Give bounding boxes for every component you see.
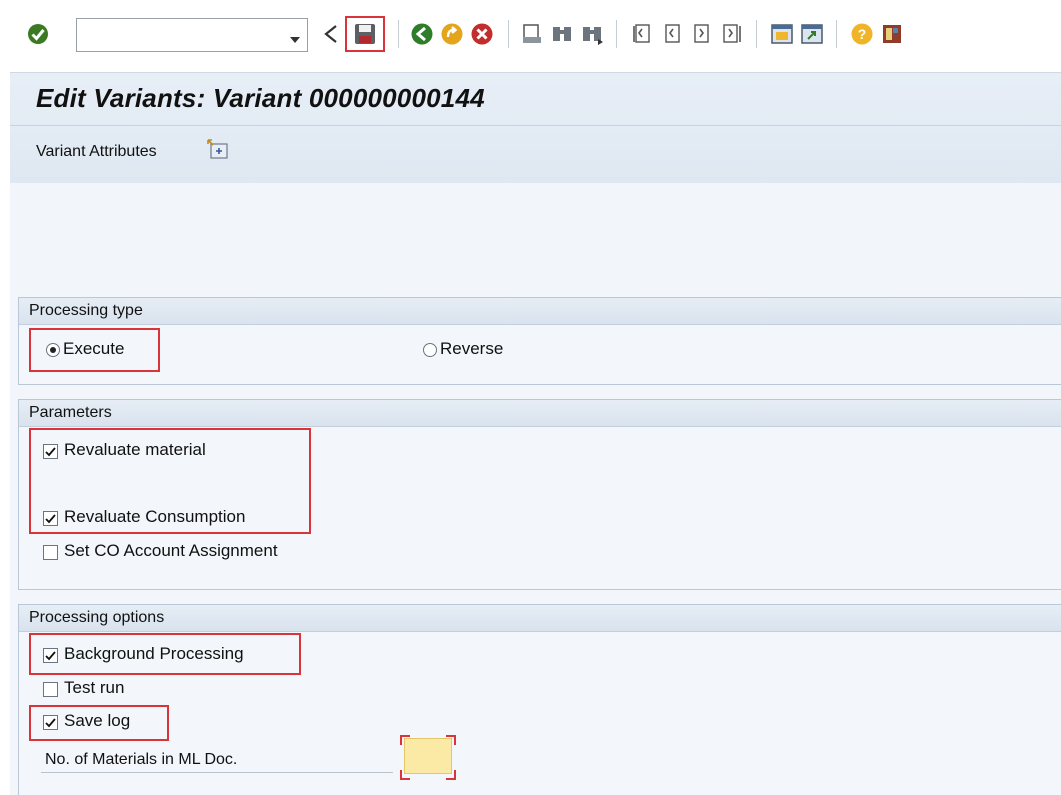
radio-selected-dot	[50, 347, 56, 353]
test-run-checkbox[interactable]	[43, 682, 58, 697]
variant-attributes-label: Variant Attributes	[36, 143, 157, 160]
svg-text:?: ?	[858, 26, 867, 42]
revaluate-consumption-checkbox[interactable]	[43, 511, 58, 526]
toolbar-separator	[508, 20, 509, 48]
focus-corner	[446, 770, 456, 780]
revaluate-material-checkbox[interactable]	[43, 444, 58, 459]
divider	[10, 125, 1061, 126]
save-icon[interactable]	[353, 22, 377, 46]
cancel-icon[interactable]	[470, 22, 494, 46]
group-title: Processing options	[29, 609, 165, 626]
test-run-label[interactable]: Test run	[64, 678, 124, 698]
focus-corner	[446, 735, 456, 745]
command-field[interactable]	[76, 18, 308, 52]
toolbar-separator	[398, 20, 399, 48]
customize-layout-icon[interactable]	[880, 22, 904, 46]
back-arrow-icon[interactable]	[320, 22, 344, 46]
toolbar-separator	[836, 20, 837, 48]
background-processing-label[interactable]: Background Processing	[64, 644, 244, 664]
background-processing-checkbox[interactable]	[43, 648, 58, 663]
revaluate-consumption-label[interactable]: Revaluate Consumption	[64, 507, 245, 527]
processing-type-group: Processing type Execute Reverse	[18, 297, 1061, 385]
materials-in-ml-doc-label: No. of Materials in ML Doc.	[45, 751, 238, 768]
execute-label[interactable]: Execute	[63, 339, 124, 359]
execute-radio[interactable]	[46, 343, 60, 357]
help-icon[interactable]: ?	[850, 22, 874, 46]
reverse-radio[interactable]	[423, 343, 437, 357]
application-toolbar: ?	[0, 0, 1061, 68]
exit-icon[interactable]	[440, 22, 464, 46]
field-underline	[41, 772, 393, 773]
toolbar-separator	[756, 20, 757, 48]
reverse-label[interactable]: Reverse	[440, 339, 503, 359]
back-icon[interactable]	[410, 22, 434, 46]
set-co-account-assignment-label[interactable]: Set CO Account Assignment	[64, 541, 278, 561]
new-session-icon[interactable]	[770, 22, 794, 46]
revaluate-material-label[interactable]: Revaluate material	[64, 440, 206, 460]
page-title: Edit Variants: Variant 000000000144	[36, 83, 485, 113]
materials-in-ml-doc-input[interactable]	[404, 738, 452, 774]
title-bar: Edit Variants: Variant 000000000144 Vari…	[10, 72, 1061, 184]
group-header: Processing type	[19, 298, 1061, 325]
find-icon[interactable]	[550, 22, 574, 46]
processing-options-group: Processing options Background Processing…	[18, 604, 1061, 795]
next-page-icon[interactable]	[690, 22, 714, 46]
first-page-icon[interactable]	[630, 22, 654, 46]
previous-page-icon[interactable]	[660, 22, 684, 46]
toolbar-separator	[616, 20, 617, 48]
set-co-account-assignment-checkbox[interactable]	[43, 545, 58, 560]
parameters-group: Parameters Revaluate material Revaluate …	[18, 399, 1061, 590]
save-log-checkbox[interactable]	[43, 715, 58, 730]
enter-icon[interactable]	[26, 22, 50, 46]
create-shortcut-icon[interactable]	[800, 22, 824, 46]
group-title: Parameters	[29, 404, 112, 421]
find-next-icon[interactable]	[580, 22, 604, 46]
group-title: Processing type	[29, 302, 143, 319]
print-icon[interactable]	[520, 22, 544, 46]
chevron-down-icon[interactable]	[289, 31, 301, 49]
last-page-icon[interactable]	[720, 22, 744, 46]
group-header: Processing options	[19, 605, 1061, 632]
variant-attributes-button[interactable]	[206, 139, 230, 161]
group-header: Parameters	[19, 400, 1061, 427]
focus-corner	[400, 735, 410, 745]
save-log-label[interactable]: Save log	[64, 711, 130, 731]
focus-corner	[400, 770, 410, 780]
